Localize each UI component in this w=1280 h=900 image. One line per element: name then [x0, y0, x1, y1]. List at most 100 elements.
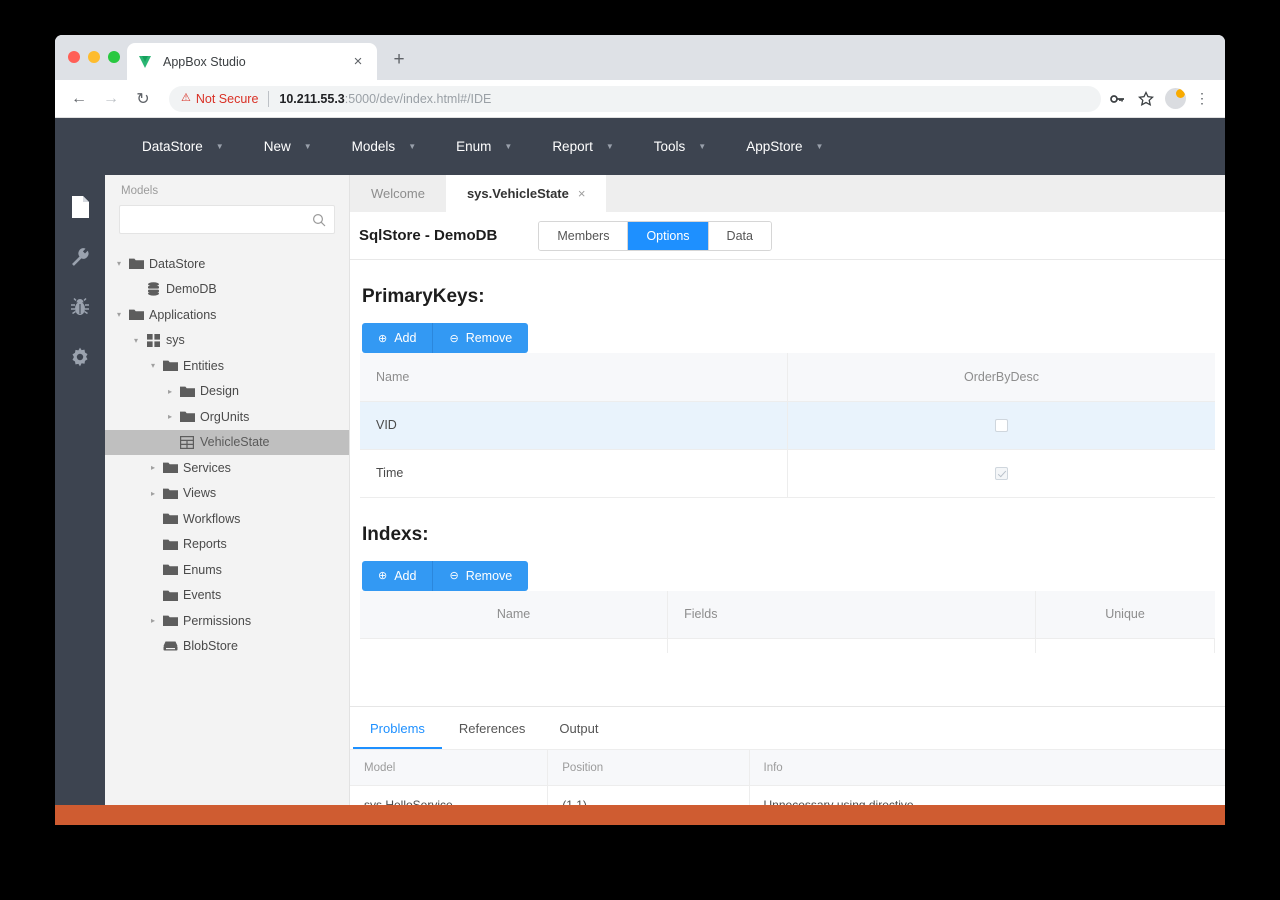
search-icon[interactable]: [312, 213, 326, 227]
column-header-model[interactable]: Model: [350, 749, 549, 786]
cell-name: Time: [360, 449, 788, 498]
chevron-right-icon[interactable]: ▸: [162, 412, 178, 421]
menu-item-tools[interactable]: Tools ▼: [634, 118, 726, 175]
models-tree[interactable]: ▾ DataStore DemoDB ▾ Applications ▾ sys ▾ Entiti…: [105, 248, 349, 825]
table-row[interactable]: Time: [360, 449, 1215, 498]
tree-item-reports[interactable]: Reports: [105, 532, 349, 558]
column-header-name[interactable]: Name: [360, 353, 788, 402]
column-header-info[interactable]: Info: [749, 749, 1225, 786]
tree-item-services[interactable]: ▸ Services: [105, 455, 349, 481]
bookmark-star-icon[interactable]: [1133, 86, 1159, 112]
search-input[interactable]: [130, 212, 312, 227]
cell-orderbydesc[interactable]: [787, 401, 1215, 450]
menu-label: Enum: [456, 139, 492, 154]
document-tab-label: Welcome: [371, 186, 425, 201]
activity-rail: [55, 175, 105, 825]
address-bar[interactable]: ⚠ Not Secure 10.211.55.3 :5000/dev/index…: [169, 85, 1101, 112]
table-row[interactable]: VID: [360, 401, 1215, 450]
wrench-icon[interactable]: [62, 239, 98, 275]
tree-item-blobstore[interactable]: BlobStore: [105, 634, 349, 660]
tree-item-applications[interactable]: ▾ Applications: [105, 302, 349, 328]
close-icon[interactable]: ×: [349, 53, 367, 71]
document-tab-welcome[interactable]: Welcome: [350, 175, 446, 212]
tab-data[interactable]: Data: [708, 221, 771, 250]
column-header-name[interactable]: Name: [360, 590, 669, 639]
column-header-unique[interactable]: Unique: [1035, 590, 1215, 639]
tree-item-datastore[interactable]: ▾ DataStore: [105, 251, 349, 277]
chevron-down-icon[interactable]: ▾: [111, 259, 127, 268]
search-box[interactable]: [119, 205, 335, 234]
bug-icon[interactable]: [62, 289, 98, 325]
primarykeys-remove-button[interactable]: ⊖ Remove: [433, 323, 529, 353]
password-key-icon[interactable]: [1104, 86, 1130, 112]
primarykeys-add-button[interactable]: ⊕ Add: [362, 323, 434, 353]
tab-problems[interactable]: Problems: [353, 707, 442, 749]
tree-item-label: Permissions: [183, 613, 252, 628]
tab-options[interactable]: Options: [628, 221, 709, 250]
checkbox-checked-icon[interactable]: [995, 467, 1008, 481]
back-icon[interactable]: ←: [65, 85, 93, 113]
tree-item-events[interactable]: Events: [105, 583, 349, 609]
tree-item-sys[interactable]: ▾ sys: [105, 328, 349, 354]
document-tab-vehiclestate[interactable]: sys.VehicleState ×: [445, 175, 607, 212]
menu-item-appstore[interactable]: AppStore ▼: [726, 118, 843, 175]
column-header-position[interactable]: Position: [547, 749, 750, 786]
reload-icon[interactable]: ↻: [129, 85, 157, 113]
menu-item-models[interactable]: Models ▼: [332, 118, 436, 175]
cell-name: VID: [360, 401, 788, 450]
menu-item-enum[interactable]: Enum ▼: [436, 118, 532, 175]
chevron-right-icon[interactable]: ▸: [145, 489, 161, 498]
cell-orderbydesc[interactable]: [787, 449, 1215, 498]
column-header-orderbydesc[interactable]: OrderByDesc: [787, 353, 1215, 402]
tab-output[interactable]: Output: [542, 707, 615, 749]
gear-icon[interactable]: [62, 339, 98, 375]
forward-icon[interactable]: →: [97, 85, 125, 113]
chevron-down-icon[interactable]: ▾: [128, 336, 144, 345]
browser-tab-strip: AppBox Studio × +: [55, 35, 1225, 80]
folder-icon: [161, 461, 179, 474]
new-tab-button[interactable]: +: [387, 49, 411, 73]
menu-label: Report: [552, 139, 593, 154]
browser-tab[interactable]: AppBox Studio ×: [127, 43, 377, 80]
tree-item-orgunits[interactable]: ▸ OrgUnits: [105, 404, 349, 430]
app-grid-icon: [144, 333, 162, 347]
indexes-toolbar: ⊕ Add ⊖ Remove: [362, 560, 1215, 591]
tab-members[interactable]: Members: [539, 221, 629, 250]
table-header-row: Model Position Info: [350, 749, 1225, 786]
menu-label: Models: [351, 139, 396, 154]
tree-item-views[interactable]: ▸ Views: [105, 481, 349, 507]
file-icon[interactable]: [62, 189, 98, 225]
maximize-window-button[interactable]: [108, 51, 120, 63]
chevron-down-icon[interactable]: ▾: [145, 361, 161, 370]
column-header-fields[interactable]: Fields: [667, 590, 1036, 639]
tree-item-workflows[interactable]: Workflows: [105, 506, 349, 532]
menu-item-new[interactable]: New ▼: [244, 118, 332, 175]
tab-references[interactable]: References: [442, 707, 542, 749]
tree-item-entities[interactable]: ▾ Entities: [105, 353, 349, 379]
chevron-down-icon: ▼: [815, 142, 824, 151]
tree-item-enums[interactable]: Enums: [105, 557, 349, 583]
database-icon: [144, 282, 162, 296]
chevron-right-icon[interactable]: ▸: [145, 463, 161, 472]
indexes-remove-button[interactable]: ⊖ Remove: [433, 560, 529, 591]
tree-item-demodb[interactable]: DemoDB: [105, 277, 349, 303]
close-icon[interactable]: ×: [578, 186, 586, 201]
chevron-down-icon[interactable]: ▾: [111, 310, 127, 319]
chevron-right-icon[interactable]: ▸: [145, 616, 161, 625]
minimize-window-button[interactable]: [88, 51, 100, 63]
checkbox-unchecked-icon[interactable]: [995, 419, 1008, 433]
browser-menu-icon[interactable]: ⋮: [1189, 86, 1215, 112]
indexes-add-button[interactable]: ⊕ Add: [362, 560, 434, 591]
chevron-down-icon: ▼: [215, 142, 224, 151]
chevron-right-icon[interactable]: ▸: [162, 387, 178, 396]
menu-item-datastore[interactable]: DataStore ▼: [122, 118, 244, 175]
menu-item-report[interactable]: Report ▼: [532, 118, 633, 175]
close-window-button[interactable]: [68, 51, 80, 63]
chevron-down-icon: ▼: [408, 142, 417, 151]
tree-item-vehiclestate[interactable]: VehicleState: [105, 429, 349, 455]
avatar[interactable]: [1165, 88, 1186, 109]
button-label: Add: [394, 331, 417, 345]
tree-item-design[interactable]: ▸ Design: [105, 379, 349, 405]
tree-item-permissions[interactable]: ▸ Permissions: [105, 608, 349, 634]
security-status-label[interactable]: Not Secure: [196, 92, 259, 106]
